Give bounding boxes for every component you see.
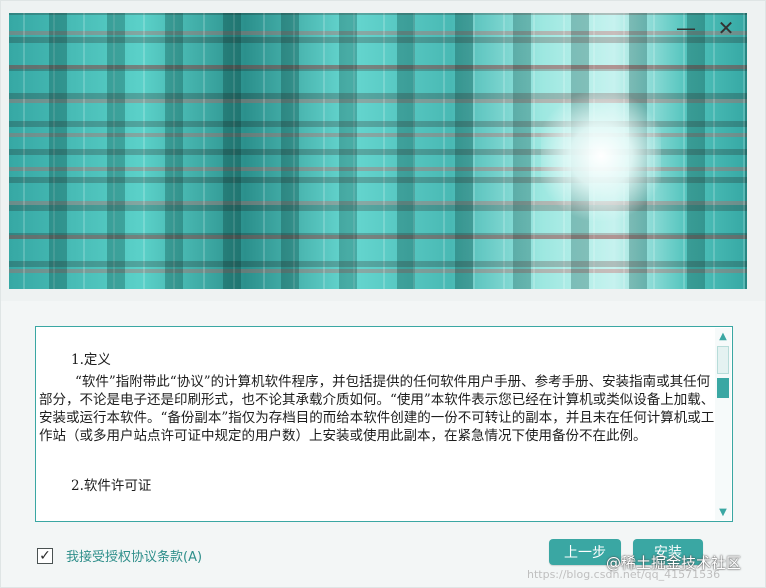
license-heading-definitions: 1.定义 <box>71 352 111 368</box>
checkmark-icon: ✓ <box>39 547 51 564</box>
accept-agreement-row[interactable]: ✓ 我接受授权协议条款(A) <box>37 546 202 565</box>
installer-window: — ✕ 1.定义 “软件”指附带此“协议”的计算机软件程序，并包括提供的任何软件… <box>0 0 766 588</box>
close-icon[interactable]: ✕ <box>713 15 739 41</box>
scroll-track-segment <box>717 346 729 374</box>
license-scrollbar[interactable]: ▲ ▼ <box>715 328 731 520</box>
scroll-thumb[interactable] <box>717 378 729 398</box>
scroll-up-icon[interactable]: ▲ <box>715 328 731 344</box>
license-paragraph-definitions: “软件”指附带此“协议”的计算机软件程序，并包括提供的任何软件用户手册、参考手册… <box>39 374 715 444</box>
license-text: 1.定义 “软件”指附带此“协议”的计算机软件程序，并包括提供的任何软件用户手册… <box>39 351 715 495</box>
accept-checkbox[interactable]: ✓ <box>37 547 53 564</box>
header-banner: — ✕ <box>1 1 765 301</box>
watermark-text: @稀土掘金技术社区 <box>606 554 742 572</box>
license-heading-software-license: 2.软件许可证 <box>71 478 152 494</box>
minimize-icon[interactable]: — <box>673 15 699 41</box>
license-agreement-box[interactable]: 1.定义 “软件”指附带此“协议”的计算机软件程序，并包括提供的任何软件用户手册… <box>35 326 733 522</box>
banner-highlight <box>541 91 661 221</box>
scroll-down-icon[interactable]: ▼ <box>715 504 731 520</box>
accept-checkbox-label[interactable]: 我接受授权协议条款(A) <box>66 546 202 565</box>
